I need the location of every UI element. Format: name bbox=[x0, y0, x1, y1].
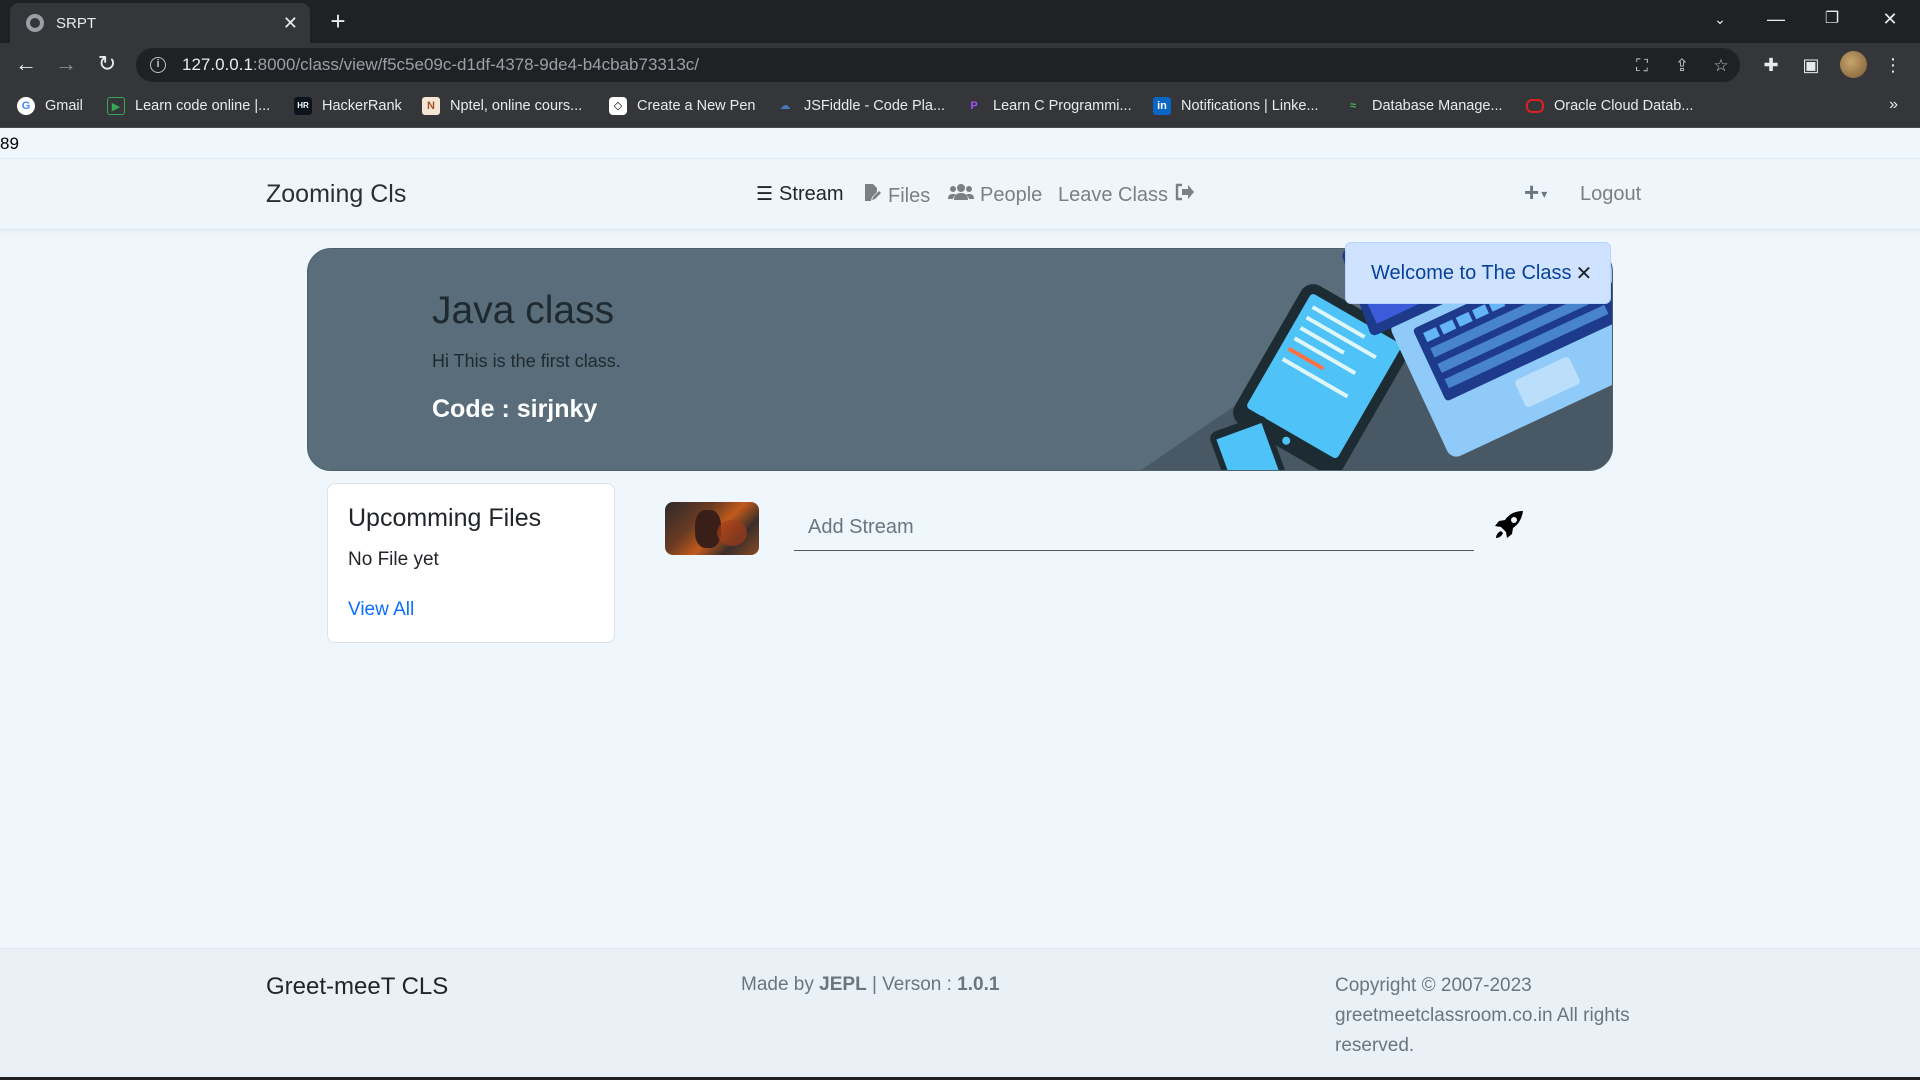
file-edit-icon bbox=[862, 183, 882, 209]
jsfiddle-icon: ☁ bbox=[779, 100, 791, 112]
bookmark-label: Gmail bbox=[45, 98, 83, 114]
footer-credits: Made by JEPL | Verson : 1.0.1 bbox=[741, 974, 999, 996]
bookmark-label: Database Manage... bbox=[1372, 98, 1503, 114]
bookmark-label: Learn code online |... bbox=[135, 98, 271, 114]
tab-search-icon[interactable]: ⌄ bbox=[1692, 0, 1748, 40]
bookmark-label: HackerRank bbox=[322, 98, 402, 114]
browser-tab[interactable]: SRPT ✕ bbox=[10, 3, 310, 43]
site-info-icon[interactable]: i bbox=[150, 57, 166, 73]
profile-avatar[interactable] bbox=[1840, 51, 1867, 78]
made-by-label: Made by bbox=[741, 974, 820, 995]
nav-stream[interactable]: ☰ Stream bbox=[756, 183, 844, 206]
minimize-icon[interactable]: — bbox=[1748, 0, 1804, 40]
url-path: :8000/class/view/f5c5e09c-d1df-4378-9de4… bbox=[252, 55, 699, 74]
bookmark-label: Nptel, online cours... bbox=[450, 98, 583, 114]
database-icon: ≈ bbox=[1349, 100, 1357, 112]
bookmark-learn-code[interactable]: ▶ Learn code online |... bbox=[107, 86, 270, 126]
bookmarks-overflow-icon[interactable]: » bbox=[1889, 96, 1898, 114]
caret-down-icon: ▾ bbox=[1541, 187, 1548, 202]
users-icon bbox=[948, 183, 974, 207]
footer-copyright: Copyright © 2007-2023 greetmeetclassroom… bbox=[1335, 975, 1630, 1056]
add-stream-input[interactable] bbox=[794, 505, 1474, 551]
bars-icon: ☰ bbox=[756, 184, 774, 205]
share-icon[interactable]: ⇪ bbox=[1672, 56, 1692, 76]
nav-stream-label: Stream bbox=[779, 183, 844, 205]
tab-title: SRPT bbox=[56, 14, 97, 32]
upcoming-files-title: Upcomming Files bbox=[348, 504, 542, 532]
window-close-icon[interactable]: ✕ bbox=[1862, 0, 1918, 40]
linkedin-icon: in bbox=[1153, 97, 1171, 115]
user-avatar bbox=[665, 502, 759, 555]
nav-people-label: People bbox=[980, 183, 1043, 206]
author-name: JEPL bbox=[819, 974, 867, 995]
bookmark-database[interactable]: ≈ Database Manage... bbox=[1344, 86, 1503, 126]
hackerrank-icon: HR bbox=[294, 97, 312, 115]
bookmark-oracle[interactable]: Oracle Cloud Datab... bbox=[1526, 86, 1693, 126]
bookmark-hackerrank[interactable]: HR HackerRank bbox=[294, 86, 402, 126]
forward-icon[interactable]: → bbox=[50, 49, 82, 81]
rocket-send-icon[interactable] bbox=[1492, 508, 1526, 542]
version-number: 1.0.1 bbox=[957, 974, 1000, 995]
nptel-icon: N bbox=[422, 97, 440, 115]
sign-out-icon bbox=[1174, 183, 1195, 207]
c-icon: P bbox=[970, 100, 978, 112]
class-code: Code : sirjnky bbox=[432, 395, 598, 423]
create-dropdown[interactable]: + ▾ bbox=[1524, 177, 1547, 208]
address-toolbar: ← → ↻ i 127.0.0.1:8000/class/view/f5c5e0… bbox=[0, 43, 1920, 86]
reload-icon[interactable]: ↻ bbox=[91, 49, 123, 81]
browser-tab-strip: SRPT ✕ + ⌄ — ❐ ✕ bbox=[0, 0, 1920, 43]
bookmark-label: JSFiddle - Code Pla... bbox=[804, 98, 946, 114]
translate-icon[interactable]: ⛶ bbox=[1632, 56, 1652, 76]
extensions-icon[interactable]: ✚ bbox=[1760, 54, 1782, 76]
upcoming-files-card: Upcomming Files No File yet View All bbox=[327, 483, 615, 643]
footer-brand: Greet-meeT CLS bbox=[266, 973, 449, 1000]
tab-close-icon[interactable]: ✕ bbox=[283, 13, 298, 34]
nav-leave-class[interactable]: Leave Class bbox=[1058, 183, 1195, 207]
bookmark-linkedin[interactable]: in Notifications | Linke... bbox=[1153, 86, 1319, 126]
page-counter: 89 bbox=[0, 134, 19, 153]
bookmark-jsfiddle[interactable]: ☁ JSFiddle - Code Pla... bbox=[776, 86, 946, 126]
welcome-alert-text: Welcome to The Class bbox=[1371, 261, 1572, 284]
site-footer: Greet-meeT CLS Made by JEPL | Verson : 1… bbox=[0, 948, 1920, 1080]
google-icon: G bbox=[17, 97, 35, 115]
bookmarks-bar: G Gmail ▶ Learn code online |... HR Hack… bbox=[0, 86, 1920, 128]
bookmark-codepen[interactable]: ◇ Create a New Pen bbox=[609, 86, 755, 126]
url-host: 127.0.0.1 bbox=[182, 55, 253, 74]
bookmark-label: Learn C Programmi... bbox=[993, 98, 1132, 114]
site-navbar: Zooming Cls ☰ Stream Files People Leave … bbox=[0, 158, 1920, 230]
plus-icon: + bbox=[1524, 177, 1540, 207]
code-icon: ▶ bbox=[107, 97, 125, 115]
bookmark-label: Create a New Pen bbox=[637, 98, 756, 114]
side-panel-icon[interactable]: ▣ bbox=[1800, 54, 1822, 76]
new-tab-button[interactable]: + bbox=[322, 6, 354, 38]
nav-files[interactable]: Files bbox=[862, 183, 930, 209]
bookmark-gmail[interactable]: G Gmail bbox=[17, 86, 83, 126]
oracle-icon bbox=[1526, 99, 1544, 113]
logout-link[interactable]: Logout bbox=[1580, 183, 1641, 206]
bookmark-label: Oracle Cloud Datab... bbox=[1554, 98, 1694, 114]
nav-leave-label: Leave Class bbox=[1058, 183, 1169, 206]
view-all-link[interactable]: View All bbox=[348, 599, 414, 621]
no-files-text: No File yet bbox=[348, 549, 439, 570]
globe-icon bbox=[26, 14, 44, 32]
bookmark-learn-c[interactable]: P Learn C Programmi... bbox=[965, 86, 1132, 126]
bookmark-star-icon[interactable]: ☆ bbox=[1711, 56, 1731, 76]
bookmark-label: Notifications | Linke... bbox=[1181, 98, 1319, 114]
bookmark-nptel[interactable]: N Nptel, online cours... bbox=[422, 86, 582, 126]
class-description: Hi This is the first class. bbox=[432, 351, 621, 371]
nav-people[interactable]: People bbox=[948, 183, 1042, 207]
menu-kebab-icon[interactable]: ⋮ bbox=[1882, 54, 1904, 76]
alert-close-icon[interactable]: ✕ bbox=[1575, 261, 1592, 286]
address-bar[interactable]: i 127.0.0.1:8000/class/view/f5c5e09c-d1d… bbox=[136, 48, 1740, 82]
navbar-brand[interactable]: Zooming Cls bbox=[266, 180, 406, 209]
restore-icon[interactable]: ❐ bbox=[1804, 0, 1860, 40]
class-title: Java class bbox=[432, 289, 615, 332]
welcome-alert: Welcome to The Class ✕ bbox=[1345, 242, 1611, 304]
back-icon[interactable]: ← bbox=[10, 49, 42, 81]
version-label: | Verson : bbox=[866, 974, 958, 995]
nav-files-label: Files bbox=[888, 184, 931, 207]
codepen-icon: ◇ bbox=[609, 97, 627, 115]
